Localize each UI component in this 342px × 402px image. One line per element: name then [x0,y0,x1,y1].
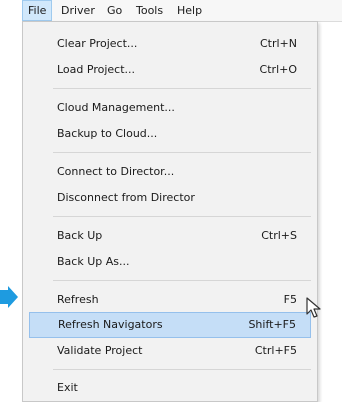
menu-go[interactable]: Go [102,0,127,21]
menu-tools[interactable]: Tools [131,0,168,21]
menu-item-shortcut: Shift+F5 [248,318,296,331]
mouse-cursor-icon [306,297,321,318]
menu-item-label: Back Up As... [57,255,130,268]
menu-item-refresh-navigators[interactable]: Refresh Navigators Shift+F5 [29,312,311,338]
menu-item-shortcut: Ctrl+O [259,63,297,76]
menu-item-label: Backup to Cloud... [57,127,158,140]
arrow-right-icon [0,286,18,308]
menu-driver[interactable]: Driver [56,0,100,21]
menu-item-cloud-management[interactable]: Cloud Management... [29,95,311,121]
menu-item-label: Cloud Management... [57,101,175,114]
menu-separator [53,88,311,89]
menu-item-label: Back Up [57,229,103,242]
menu-file[interactable]: File [22,0,53,21]
menu-item-label: Exit [57,381,78,394]
menu-item-label: Disconnect from Director [57,191,195,204]
menu-bar: File Driver Go Tools Help [22,0,342,22]
file-menu-dropdown: Clear Project... Ctrl+N Load Project... … [22,21,318,402]
menu-item-label: Refresh [57,293,99,306]
menu-separator [53,216,311,217]
menu-item-label: Load Project... [57,63,136,76]
menu-item-backup-to-cloud[interactable]: Backup to Cloud... [29,121,311,147]
menu-item-label: Refresh Navigators [58,318,163,331]
menu-separator [53,152,311,153]
menu-item-label: Validate Project [57,344,143,357]
menu-item-shortcut: F5 [283,293,297,306]
menu-item-label: Clear Project... [57,37,138,50]
menu-item-load-project[interactable]: Load Project... Ctrl+O [29,57,311,83]
menu-separator [53,369,311,370]
menu-item-refresh[interactable]: Refresh F5 [29,287,311,313]
menu-item-shortcut: Ctrl+N [259,37,297,50]
menu-item-shortcut: Ctrl+S [261,229,297,242]
menu-item-label: Connect to Director... [57,165,175,178]
menu-item-exit[interactable]: Exit [29,375,311,401]
menu-item-back-up-as[interactable]: Back Up As... [29,249,311,275]
menu-item-clear-project[interactable]: Clear Project... Ctrl+N [29,31,311,57]
menu-item-shortcut: Ctrl+F5 [254,344,297,357]
menu-item-connect-to-director[interactable]: Connect to Director... [29,159,311,185]
menu-help[interactable]: Help [172,0,207,21]
menu-item-back-up[interactable]: Back Up Ctrl+S [29,223,311,249]
menu-item-validate-project[interactable]: Validate Project Ctrl+F5 [29,338,311,364]
menu-item-disconnect-from-director[interactable]: Disconnect from Director [29,185,311,211]
menu-separator [53,280,311,281]
